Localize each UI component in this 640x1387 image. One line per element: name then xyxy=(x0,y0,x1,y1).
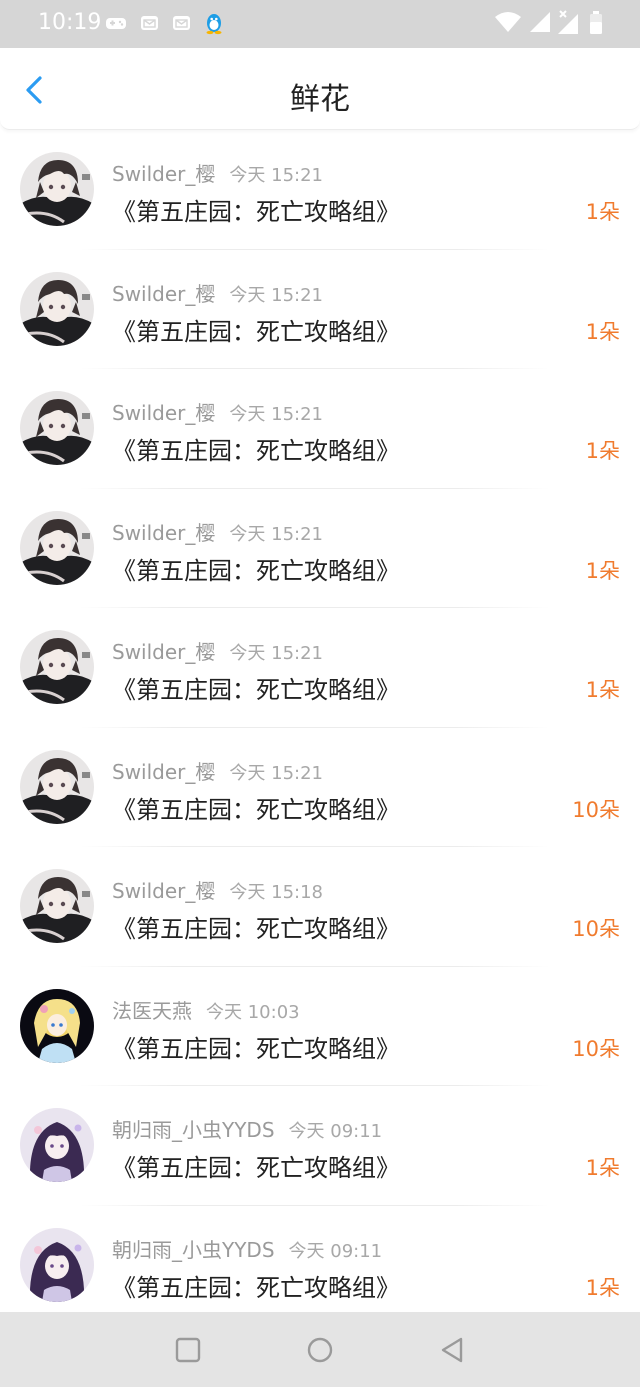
item-meta: Swilder_樱 今天 15:21 xyxy=(112,158,323,187)
username: Swilder_樱 xyxy=(112,281,216,306)
list-item[interactable]: Swilder_樱 今天 15:21 《第五庄园：死亡攻略组》 1朵 xyxy=(0,608,640,728)
book-title: 《第五庄园：死亡攻略组》 xyxy=(112,317,400,346)
item-meta: Swilder_樱 今天 15:21 xyxy=(112,636,323,665)
timestamp: 今天 15:18 xyxy=(229,882,323,903)
username: Swilder_樱 xyxy=(112,401,216,425)
list-item[interactable]: 朝归雨_小虫YYDS 今天 09:11 《第五庄园：死亡攻略组》 1朵 xyxy=(0,1086,640,1206)
flower-count: 1朵 xyxy=(585,319,620,344)
flower-count: 1朵 xyxy=(585,558,620,583)
list-item[interactable]: Swilder_樱 今天 15:21 《第五庄园：死亡攻略组》 10朵 xyxy=(0,728,640,847)
book-title: 《第五庄园：死亡攻略组》 xyxy=(112,676,400,704)
list-item[interactable]: 法医天燕 今天 10:03 《第五庄园：死亡攻略组》 10朵 xyxy=(0,967,640,1086)
avatar[interactable] xyxy=(20,271,94,346)
recents-square-icon[interactable] xyxy=(172,1334,204,1366)
timestamp: 今天 15:21 xyxy=(229,762,323,784)
item-meta: Swilder_樱 今天 15:21 xyxy=(112,517,323,546)
item-meta: Swilder_樱 今天 15:18 xyxy=(112,875,323,904)
timestamp: 今天 15:21 xyxy=(229,404,323,425)
wifi-icon xyxy=(495,12,521,32)
signal-no-sim-icon xyxy=(558,10,578,34)
avatar[interactable] xyxy=(20,630,94,704)
list-item[interactable]: 朝归雨_小虫YYDS 今天 09:11 《第五庄园：死亡攻略组》 1朵 xyxy=(0,1206,640,1325)
flower-count: 10朵 xyxy=(572,917,620,941)
username: Swilder_樱 xyxy=(112,520,216,545)
username: Swilder_樱 xyxy=(112,879,216,903)
book-title: 《第五庄园：死亡攻略组》 xyxy=(112,1154,400,1182)
avatar[interactable] xyxy=(20,1108,94,1182)
flower-count: 1朵 xyxy=(585,1275,620,1300)
home-circle-icon[interactable] xyxy=(304,1334,336,1366)
book-title: 《第五庄园：死亡攻略组》 xyxy=(112,437,400,465)
item-meta: 朝归雨_小虫YYDS 今天 09:11 xyxy=(112,1114,382,1143)
status-time: 10:19 xyxy=(38,10,102,35)
list-item[interactable]: Swilder_樱 今天 15:21 《第五庄园：死亡攻略组》 1朵 xyxy=(0,369,640,489)
mail-icon xyxy=(173,16,190,30)
username: 法医天燕 xyxy=(112,998,192,1023)
status-bar: 10:19 xyxy=(0,0,640,48)
mail-icon xyxy=(141,16,158,30)
book-title: 《第五庄园：死亡攻略组》 xyxy=(112,1034,400,1063)
flower-count: 10朵 xyxy=(572,1036,620,1061)
flower-count: 10朵 xyxy=(572,797,620,822)
book-title: 《第五庄园：死亡攻略组》 xyxy=(112,795,400,824)
item-meta: 朝归雨_小虫YYDS 今天 09:11 xyxy=(112,1234,382,1263)
page-title: 鲜花 xyxy=(290,82,350,117)
qq-penguin-icon xyxy=(206,14,222,35)
timestamp: 今天 10:03 xyxy=(206,1001,300,1023)
system-nav-bar xyxy=(0,1312,640,1387)
flower-count: 1朵 xyxy=(585,1156,620,1180)
timestamp: 今天 15:21 xyxy=(229,165,323,186)
timestamp: 今天 15:21 xyxy=(229,643,323,664)
avatar[interactable] xyxy=(20,152,94,226)
avatar[interactable] xyxy=(20,869,94,943)
username: 朝归雨_小虫YYDS xyxy=(112,1118,275,1142)
avatar[interactable] xyxy=(20,749,94,824)
item-meta: Swilder_樱 今天 15:21 xyxy=(112,397,323,426)
signal-icon xyxy=(530,12,550,32)
header-bar: 鲜花 xyxy=(0,48,640,130)
flower-count: 1朵 xyxy=(585,439,620,463)
back-triangle-icon[interactable] xyxy=(436,1334,468,1366)
avatar[interactable] xyxy=(20,391,94,465)
book-title: 《第五庄园：死亡攻略组》 xyxy=(112,1273,400,1302)
username: Swilder_樱 xyxy=(112,162,216,186)
book-title: 《第五庄园：死亡攻略组》 xyxy=(112,198,400,226)
timestamp: 今天 09:11 xyxy=(288,1240,383,1262)
item-meta: Swilder_樱 今天 15:21 xyxy=(112,756,323,785)
list-item[interactable]: Swilder_樱 今天 15:18 《第五庄园：死亡攻略组》 10朵 xyxy=(0,847,640,967)
username: Swilder_樱 xyxy=(112,759,216,784)
flower-count: 1朵 xyxy=(585,200,620,224)
book-title: 《第五庄园：死亡攻略组》 xyxy=(112,556,400,585)
gamepad-icon xyxy=(106,18,126,29)
item-meta: 法医天燕 今天 10:03 xyxy=(112,995,300,1024)
avatar[interactable] xyxy=(20,1227,94,1302)
timestamp: 今天 15:21 xyxy=(229,523,323,545)
avatar[interactable] xyxy=(20,510,94,585)
timestamp: 今天 09:11 xyxy=(288,1121,383,1142)
username: 朝归雨_小虫YYDS xyxy=(112,1237,275,1262)
avatar[interactable] xyxy=(20,988,94,1063)
list-item[interactable]: Swilder_樱 今天 15:21 《第五庄园：死亡攻略组》 1朵 xyxy=(0,250,640,369)
timestamp: 今天 15:21 xyxy=(229,284,323,306)
list-item[interactable]: Swilder_樱 今天 15:21 《第五庄园：死亡攻略组》 1朵 xyxy=(0,489,640,608)
list-item[interactable]: Swilder_樱 今天 15:21 《第五庄园：死亡攻略组》 1朵 xyxy=(0,130,640,250)
flower-count: 1朵 xyxy=(585,678,620,702)
flower-list: Swilder_樱 今天 15:21 《第五庄园：死亡攻略组》 1朵 Swilder_樱… xyxy=(0,130,640,1325)
username: Swilder_樱 xyxy=(112,640,216,664)
book-title: 《第五庄园：死亡攻略组》 xyxy=(112,915,400,943)
battery-icon xyxy=(590,11,602,34)
item-meta: Swilder_樱 今天 15:21 xyxy=(112,278,323,307)
